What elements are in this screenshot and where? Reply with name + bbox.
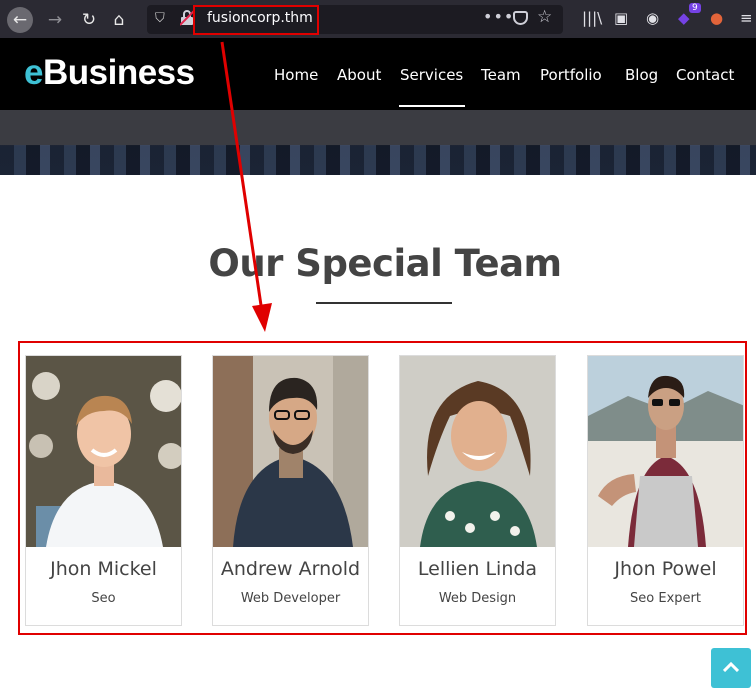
tracking-shield-icon[interactable]: ⛉ — [155, 11, 165, 26]
nav-team[interactable]: Team — [481, 66, 521, 84]
library-icon[interactable]: |||\ — [582, 9, 602, 27]
logo-accent: e — [24, 53, 43, 92]
nav-home[interactable]: Home — [274, 66, 318, 84]
back-to-top-button[interactable] — [711, 648, 751, 688]
home-icon[interactable]: ⌂ — [106, 7, 132, 33]
menu-icon[interactable]: ≡ — [740, 9, 753, 27]
addon-icon[interactable]: ● — [710, 9, 723, 27]
extension-badge: 9 — [689, 3, 701, 13]
active-nav-indicator — [399, 105, 465, 107]
site-logo[interactable]: eBusiness — [24, 53, 195, 93]
nav-about[interactable]: About — [337, 66, 381, 84]
section-title: Our Special Team — [208, 242, 562, 285]
title-divider — [316, 302, 452, 304]
hero-image — [0, 145, 756, 175]
url-highlight-box — [193, 5, 319, 35]
sidebar-icon[interactable]: ▣ — [614, 9, 628, 27]
bookmark-star-icon[interactable]: ☆ — [537, 7, 552, 27]
chevron-up-icon — [723, 662, 739, 672]
team-highlight-box — [18, 341, 747, 635]
nav-services[interactable]: Services — [400, 66, 463, 84]
nav-contact[interactable]: Contact — [676, 66, 734, 84]
logo-text: Business — [42, 53, 195, 92]
browser-toolbar: ← → ↻ ⌂ ⛉ fusioncorp.thm ••• ☆ |||\ ▣ ◉ … — [0, 0, 756, 38]
forward-arrow-icon[interactable]: → — [42, 7, 68, 33]
extension-icon[interactable]: ◆ — [678, 9, 690, 27]
nav-blog[interactable]: Blog — [625, 66, 658, 84]
reload-icon[interactable]: ↻ — [76, 7, 102, 33]
back-arrow-icon[interactable]: ← — [7, 7, 33, 33]
account-icon[interactable]: ◉ — [646, 9, 659, 27]
site-header: eBusiness Home About Services Team Portf… — [0, 38, 756, 110]
insecure-lock-icon[interactable] — [180, 10, 194, 26]
page-actions-icon[interactable]: ••• — [483, 7, 514, 26]
pocket-icon[interactable] — [513, 11, 528, 25]
nav-portfolio[interactable]: Portfolio — [540, 66, 602, 84]
